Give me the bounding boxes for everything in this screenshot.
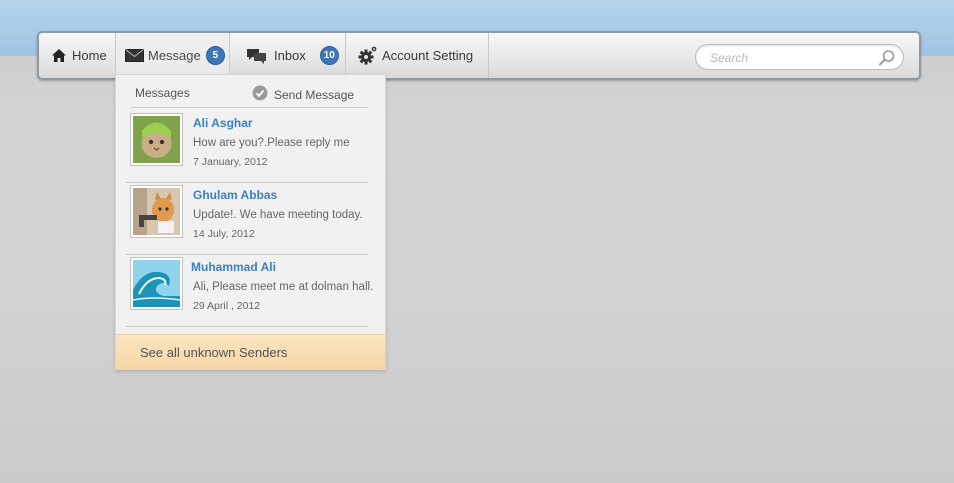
nav-account-setting[interactable]: Account Setting — [346, 33, 489, 78]
nav-message[interactable]: Message 5 — [116, 33, 230, 78]
dropdown-title: Messages — [135, 86, 190, 100]
chat-bubbles-icon — [246, 48, 267, 64]
gear-icon — [358, 46, 377, 65]
search-input[interactable] — [710, 49, 870, 67]
cat-avatar-image — [133, 116, 180, 163]
message-snippet: Ali, Please meet me at dolman hall. — [193, 281, 374, 293]
messages-dropdown: Messages Send Message Ali Asghar How are… — [115, 74, 386, 370]
message-snippet: Update!. We have meeting today. — [193, 209, 363, 221]
nav-inbox-label: Inbox — [274, 48, 306, 63]
search-box — [695, 44, 904, 70]
message-date: 7 January, 2012 — [193, 156, 268, 168]
sender-name[interactable]: Ghulam Abbas — [193, 188, 277, 202]
see-all-label: See all unknown Senders — [140, 345, 288, 360]
home-icon — [51, 48, 67, 63]
search-icon[interactable] — [878, 49, 896, 72]
sender-name[interactable]: Ali Asghar — [193, 116, 253, 130]
wave-avatar-image — [133, 260, 180, 307]
nav-inbox[interactable]: Inbox 10 — [230, 33, 346, 78]
nav-home[interactable]: Home — [39, 33, 116, 78]
sender-name[interactable]: Muhammad Ali — [191, 260, 276, 274]
dropdown-header: Messages Send Message — [131, 81, 368, 108]
message-item[interactable]: Ghulam Abbas Update!. We have meeting to… — [126, 183, 368, 255]
avatar — [130, 257, 183, 310]
message-snippet: How are you?.Please reply me — [193, 137, 350, 149]
inbox-count-badge: 10 — [319, 46, 339, 65]
top-navbar: Home Message 5 Inbox 10 Account Setting … — [37, 31, 921, 80]
message-item[interactable]: Ali Asghar How are you?.Please reply me … — [126, 111, 368, 183]
see-all-unknown-senders-button[interactable]: See all unknown Senders — [116, 334, 385, 369]
nav-home-label: Home — [72, 48, 107, 63]
avatar — [130, 113, 183, 166]
nav-items: Home Message 5 Inbox 10 Account Setting — [39, 33, 489, 78]
send-message-label: Send Message — [274, 87, 355, 102]
nav-account-setting-label: Account Setting — [382, 48, 474, 63]
cat-with-gun-avatar-image — [133, 188, 180, 235]
envelope-icon — [125, 49, 144, 62]
send-message-button[interactable]: Send Message — [252, 85, 354, 104]
nav-message-label: Message — [148, 48, 201, 63]
message-item[interactable]: Muhammad Ali Ali, Please meet me at dolm… — [126, 255, 373, 327]
message-date: 29 April , 2012 — [193, 300, 261, 312]
message-date: 14 July, 2012 — [193, 228, 255, 240]
avatar — [130, 185, 183, 238]
checkmark-icon — [252, 85, 268, 104]
message-count-badge: 5 — [205, 46, 225, 65]
